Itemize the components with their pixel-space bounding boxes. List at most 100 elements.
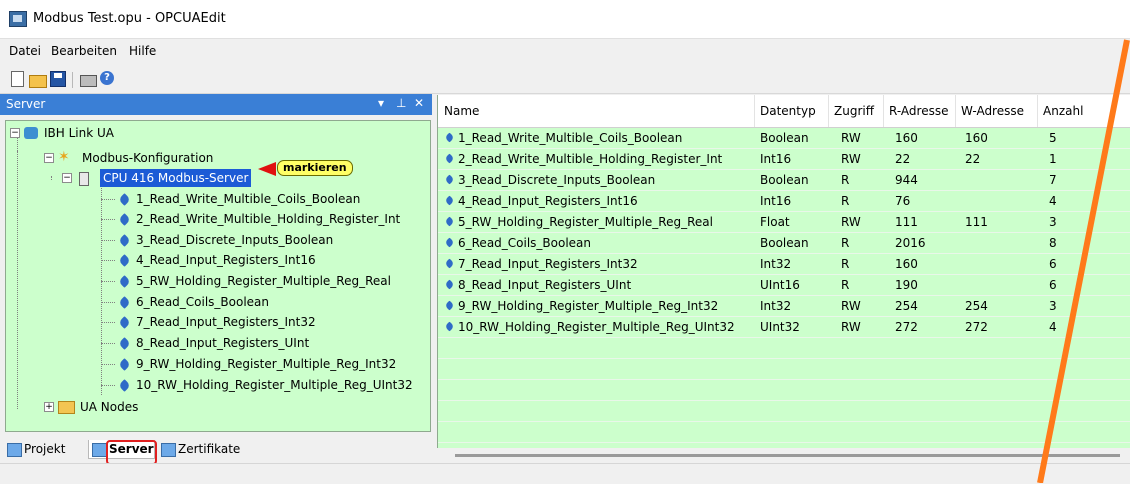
open-folder-icon[interactable] <box>29 75 47 88</box>
cell-r-adresse: 254 <box>895 299 918 313</box>
cell-zugriff: R <box>841 236 850 250</box>
cell-anzahl: 4 <box>1049 194 1057 208</box>
cell-datentyp: Boolean <box>760 173 809 187</box>
print-icon[interactable] <box>80 75 97 87</box>
column-divider[interactable] <box>828 95 829 127</box>
cell-anzahl: 8 <box>1049 236 1057 250</box>
table-row[interactable]: 7_Read_Input_Registers_Int32 Int32 R 160… <box>438 254 1130 275</box>
cell-anzahl: 6 <box>1049 278 1057 292</box>
cell-r-adresse: 160 <box>895 257 918 271</box>
variable-icon <box>444 237 455 248</box>
table-row[interactable]: 1_Read_Write_Multible_Coils_Boolean Bool… <box>438 128 1130 149</box>
panel-pin-icon[interactable]: ⊥ <box>396 96 406 110</box>
cell-name: 10_RW_Holding_Register_Multiple_Reg_UInt… <box>458 320 735 334</box>
tab-zertifikate[interactable]: Zertifikate <box>158 440 258 458</box>
variable-icon <box>118 337 131 350</box>
table-row[interactable]: 5_RW_Holding_Register_Multiple_Reg_Real … <box>438 212 1130 233</box>
tree-label: 8_Read_Input_Registers_UInt <box>136 336 310 350</box>
tree-label: 7_Read_Input_Registers_Int32 <box>136 315 316 329</box>
column-w-adresse[interactable]: W-Adresse <box>961 104 1024 118</box>
tree-label: 3_Read_Discrete_Inputs_Boolean <box>136 233 334 247</box>
tree-label: IBH Link UA <box>44 126 114 140</box>
cell-anzahl: 6 <box>1049 257 1057 271</box>
collapse-icon[interactable]: − <box>10 128 20 138</box>
column-name[interactable]: Name <box>444 104 479 118</box>
new-file-icon[interactable] <box>11 71 24 87</box>
cell-zugriff: R <box>841 278 850 292</box>
cell-w-adresse: 160 <box>965 131 988 145</box>
cell-zugriff: RW <box>841 131 861 145</box>
tree-guide <box>17 151 18 409</box>
expand-icon[interactable]: + <box>44 402 54 412</box>
status-bar <box>0 463 1130 484</box>
variable-icon <box>118 358 131 371</box>
server-tab-highlight <box>106 440 157 465</box>
column-divider[interactable] <box>883 95 884 127</box>
save-icon[interactable] <box>50 71 66 87</box>
panel-tabs: Projekt Server Zertifikate <box>0 437 432 461</box>
table-row[interactable]: 8_Read_Input_Registers_UInt UInt16 R 190… <box>438 275 1130 296</box>
help-icon[interactable]: ? <box>100 71 114 85</box>
variable-icon <box>444 279 455 290</box>
cell-zugriff: RW <box>841 152 861 166</box>
tree-label: 5_RW_Holding_Register_Multiple_Reg_Real <box>136 274 391 288</box>
collapse-icon[interactable]: − <box>62 173 72 183</box>
menu-datei[interactable]: Datei <box>9 44 41 58</box>
column-zugriff[interactable]: Zugriff <box>834 104 874 118</box>
panel-close-icon[interactable]: ✕ <box>414 96 424 110</box>
column-r-adresse[interactable]: R-Adresse <box>889 104 948 118</box>
cell-r-adresse: 76 <box>895 194 911 208</box>
column-datentyp[interactable]: Datentyp <box>760 104 816 118</box>
table-row[interactable]: 10_RW_Holding_Register_Multiple_Reg_UInt… <box>438 317 1130 338</box>
tree-guide <box>101 260 115 261</box>
cell-name: 9_RW_Holding_Register_Multiple_Reg_Int32 <box>458 299 719 313</box>
tree-label: Modbus-Konfiguration <box>82 151 214 165</box>
tree-label: 2_Read_Write_Multible_Holding_Register_I… <box>136 212 401 226</box>
table-row[interactable]: 3_Read_Discrete_Inputs_Boolean Boolean R… <box>438 170 1130 191</box>
window-title: Modbus Test.opu - OPCUAEdit <box>33 11 226 26</box>
tree-guide <box>101 322 115 323</box>
table-row[interactable]: 6_Read_Coils_Boolean Boolean R 2016 8 <box>438 233 1130 254</box>
cell-r-adresse: 160 <box>895 131 918 145</box>
variable-icon <box>444 153 455 164</box>
tree-label: 6_Read_Coils_Boolean <box>136 295 270 309</box>
cell-datentyp: UInt16 <box>760 278 800 292</box>
panel-dropdown-icon[interactable]: ▾ <box>378 96 384 110</box>
column-anzahl[interactable]: Anzahl <box>1043 104 1083 118</box>
menu-bearbeiten[interactable]: Bearbeiten <box>51 44 117 58</box>
variable-icon <box>118 316 131 329</box>
column-divider[interactable] <box>955 95 956 127</box>
variable-icon <box>118 379 131 392</box>
cell-datentyp: UInt32 <box>760 320 800 334</box>
empty-row <box>438 380 1130 401</box>
tree-guide <box>101 385 115 386</box>
tab-projekt[interactable]: Projekt <box>4 440 86 458</box>
menu-hilfe[interactable]: Hilfe <box>129 44 156 58</box>
cell-anzahl: 1 <box>1049 152 1057 166</box>
grid-header: Name Datentyp Zugriff R-Adresse W-Adress… <box>438 95 1130 128</box>
table-row[interactable]: 9_RW_Holding_Register_Multiple_Reg_Int32… <box>438 296 1130 317</box>
server-panel-title: Server <box>6 97 46 111</box>
collapse-icon[interactable]: − <box>44 153 54 163</box>
cell-datentyp: Int32 <box>760 299 792 313</box>
column-divider[interactable] <box>754 95 755 127</box>
cell-w-adresse: 22 <box>965 152 981 166</box>
variable-icon <box>444 321 455 332</box>
variable-icon <box>444 300 455 311</box>
cell-r-adresse: 190 <box>895 278 918 292</box>
tree-guide <box>101 364 115 365</box>
cell-name: 4_Read_Input_Registers_Int16 <box>458 194 638 208</box>
column-divider[interactable] <box>1037 95 1038 127</box>
zertifikate-icon <box>161 443 176 457</box>
cpu-icon <box>79 172 89 186</box>
application-window: Modbus Test.opu - OPCUAEdit Datei Bearbe… <box>0 0 1130 484</box>
cell-name: 2_Read_Write_Multible_Holding_Register_I… <box>458 152 723 166</box>
variable-icon <box>118 275 131 288</box>
cell-datentyp: Boolean <box>760 236 809 250</box>
cell-anzahl: 4 <box>1049 320 1057 334</box>
horizontal-scrollbar[interactable] <box>455 454 1120 457</box>
red-arrow-icon <box>258 162 276 176</box>
table-row[interactable]: 4_Read_Input_Registers_Int16 Int16 R 76 … <box>438 191 1130 212</box>
table-row[interactable]: 2_Read_Write_Multible_Holding_Register_I… <box>438 149 1130 170</box>
ibh-link-icon <box>24 127 38 139</box>
